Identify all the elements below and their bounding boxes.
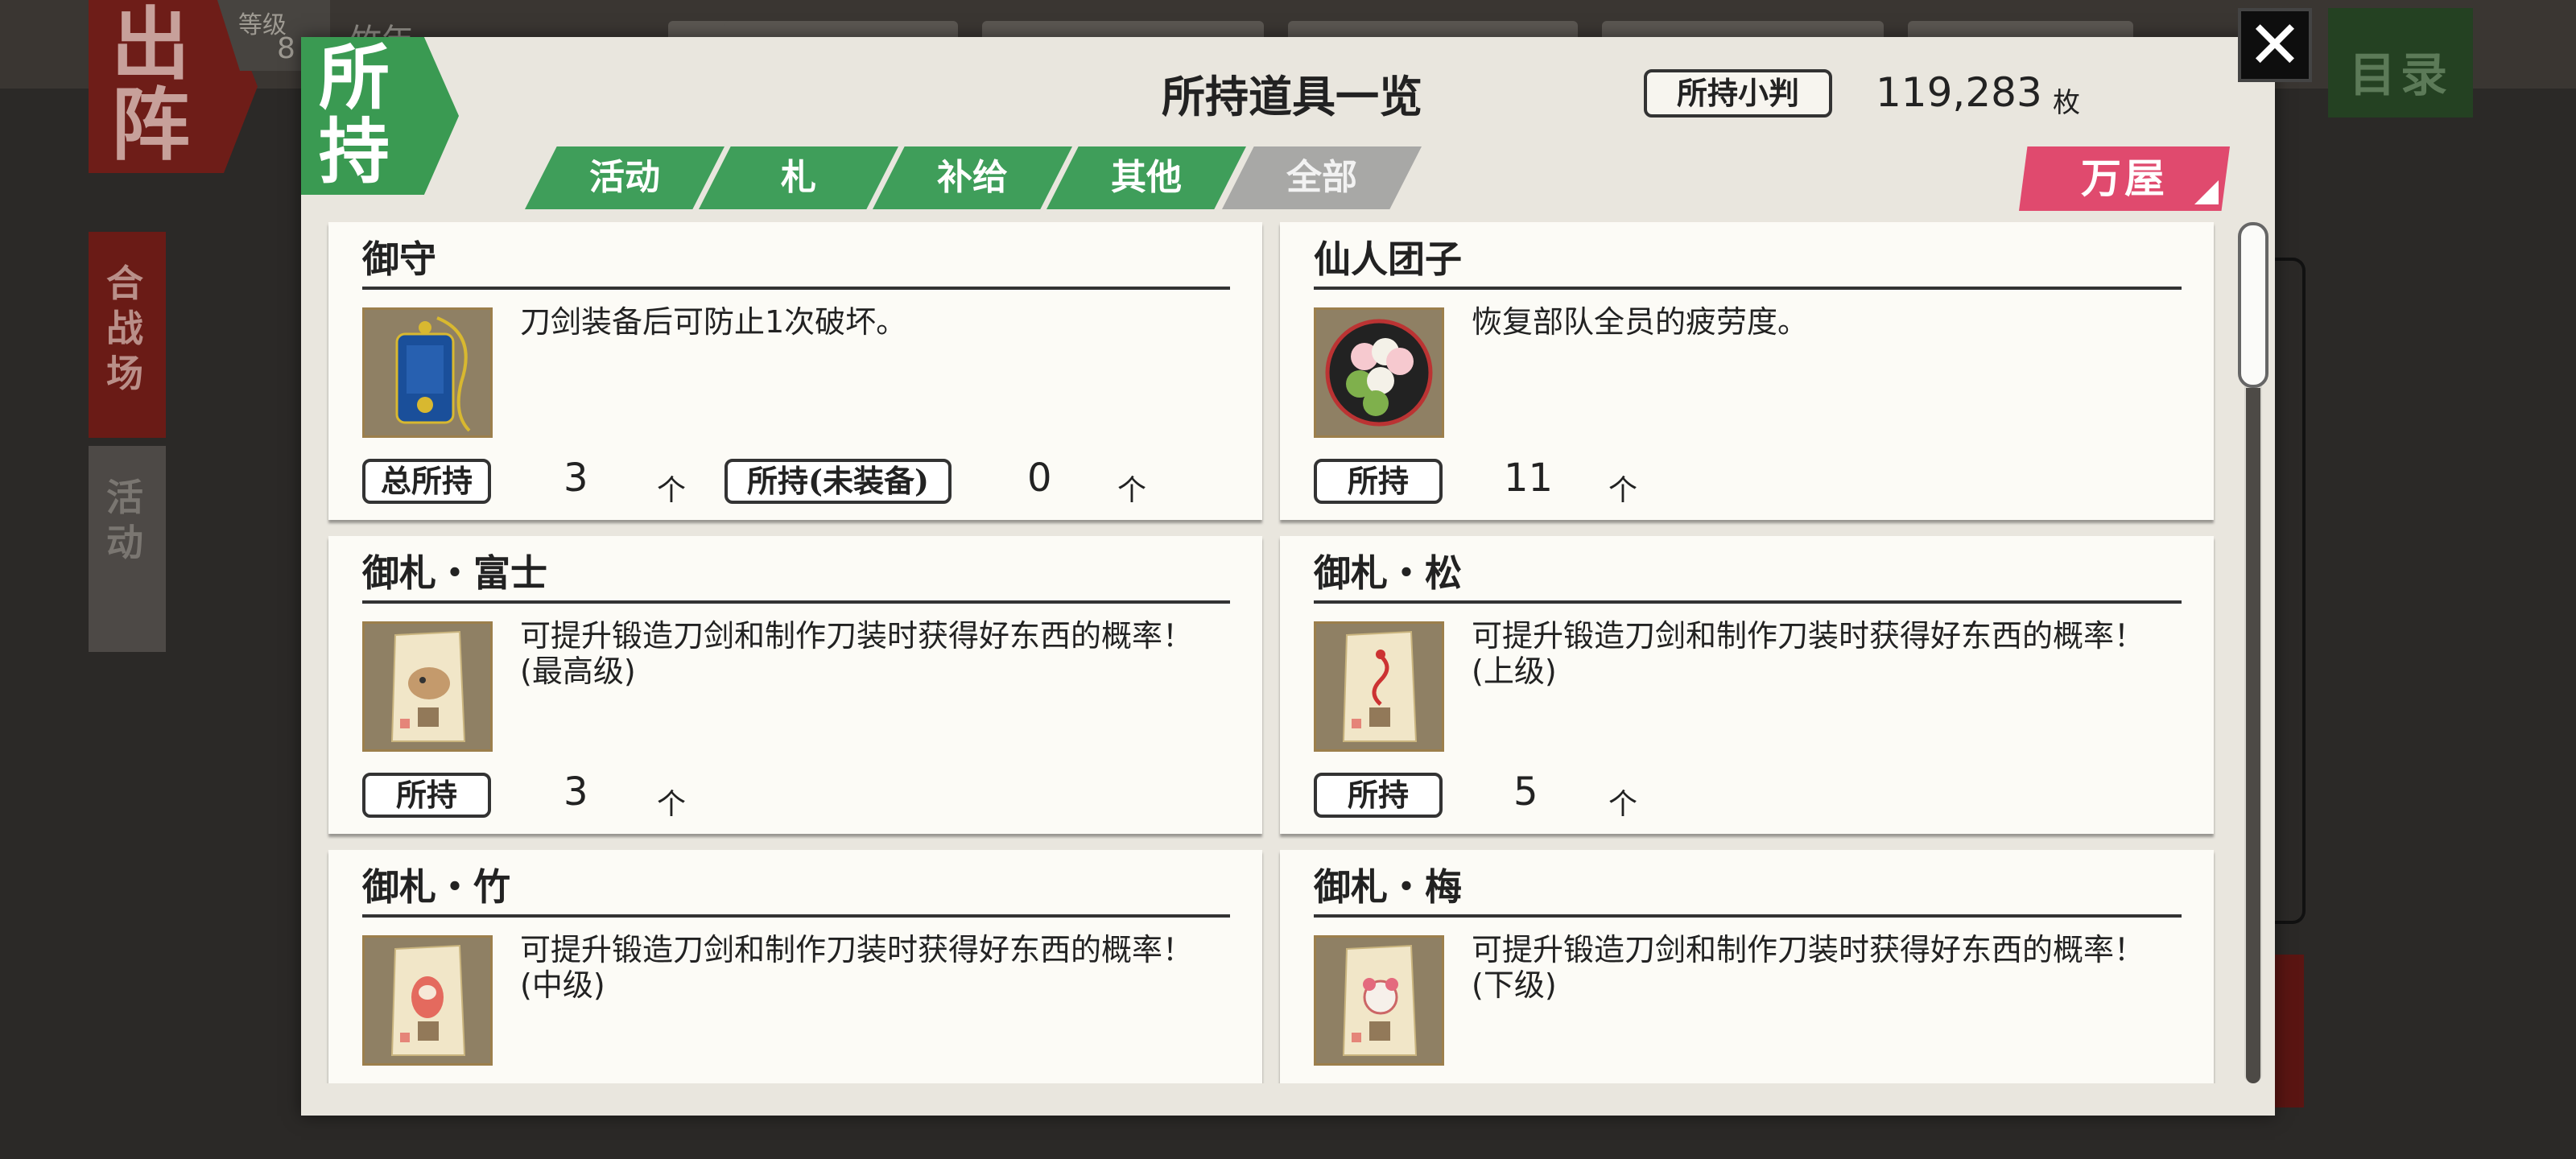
divider: [1314, 287, 2182, 290]
tab-supply[interactable]: 补给: [873, 146, 1072, 209]
item-description: 可提升锻造刀剑和制作刀装时获得好东西的概率！(下级): [1472, 932, 2145, 1003]
item-description: 恢复部队全员的疲劳度。: [1472, 304, 1809, 340]
count-unit: 个: [1608, 474, 1638, 507]
dango-icon: [1314, 307, 1444, 438]
owned-count: 11: [1504, 456, 1554, 501]
unequipped-count: 0: [1027, 456, 1052, 501]
item-card-fuda-ume[interactable]: 御札・梅 可提升锻造刀剑和制作刀装时获得好东西的概率！(下级): [1280, 850, 2214, 1083]
menu-label: 目录: [2349, 47, 2453, 102]
divider: [362, 914, 1230, 918]
tab-fuda[interactable]: 札: [699, 146, 898, 209]
item-description: 可提升锻造刀剑和制作刀装时获得好东西的概率！(上级): [1472, 618, 2145, 689]
item-name: 御札・竹: [362, 865, 510, 909]
owned-label: 所持: [1314, 459, 1443, 504]
total-owned-count: 3: [564, 456, 588, 501]
divider: [362, 600, 1230, 604]
item-list[interactable]: 御守 刀剑装备后可防止1次破坏。 总所持 3 个 所持(未装备) 0 个 仙人团…: [320, 219, 2220, 1083]
koban-label: 所持小判: [1644, 69, 1832, 118]
koban-value: 119,283: [1876, 69, 2042, 116]
koban-unit: 枚: [2053, 87, 2080, 119]
owned-label: 所持: [1314, 773, 1443, 818]
close-icon: ✕: [2247, 7, 2303, 84]
count-unit: 个: [657, 788, 687, 821]
side-tab-battlefield[interactable]: 合战场: [89, 232, 166, 438]
fuda-matsu-icon: [1314, 621, 1444, 752]
count-unit: 个: [657, 474, 687, 507]
item-description: 可提升锻造刀剑和制作刀装时获得好东西的概率！(最高级): [520, 618, 1194, 689]
background-frame: [2270, 258, 2306, 924]
tab-event[interactable]: 活动: [525, 146, 724, 209]
side-tab-label: 合战场: [106, 262, 143, 395]
scrollbar-rail: [2246, 388, 2260, 1083]
level-value: 8: [277, 32, 295, 65]
sortie-label: 出阵: [111, 0, 191, 171]
side-tab-event[interactable]: 活动: [89, 446, 166, 652]
fuda-take-icon: [362, 935, 493, 1066]
tab-other[interactable]: 其他: [1046, 146, 1246, 209]
item-card-fuda-take[interactable]: 御札・竹 可提升锻造刀剑和制作刀装时获得好东西的概率！(中级): [328, 850, 1262, 1083]
item-card-omamori[interactable]: 御守 刀剑装备后可防止1次破坏。 总所持 3 个 所持(未装备) 0 个: [328, 222, 1262, 520]
count-unit: 个: [1608, 788, 1638, 821]
unequipped-label: 所持(未装备): [724, 459, 952, 504]
item-description: 刀剑装备后可防止1次破坏。: [520, 304, 907, 340]
omamori-icon: [362, 307, 493, 438]
owned-count: 5: [1513, 769, 1538, 815]
count-unit: 个: [1117, 474, 1147, 507]
divider: [362, 287, 1230, 290]
close-button[interactable]: ✕: [2238, 8, 2312, 82]
item-name: 御札・富士: [362, 551, 547, 595]
tab-all[interactable]: 全部: [1222, 146, 1422, 209]
menu-button[interactable]: 目录: [2328, 8, 2473, 118]
item-description: 可提升锻造刀剑和制作刀装时获得好东西的概率！(中级): [520, 932, 1194, 1003]
divider: [1314, 914, 2182, 918]
fuda-fuji-icon: [362, 621, 493, 752]
scrollbar-thumb[interactable]: [2238, 222, 2268, 388]
item-card-dango[interactable]: 仙人团子 恢复部队全员的疲劳度。 所持 11 个: [1280, 222, 2214, 520]
item-card-fuda-matsu[interactable]: 御札・松 可提升锻造刀剑和制作刀装时获得好东西的概率！(上级) 所持 5 个: [1280, 536, 2214, 834]
total-owned-label: 总所持: [362, 459, 491, 504]
item-name: 御札・松: [1314, 551, 1462, 595]
item-name: 仙人团子: [1314, 237, 1462, 281]
owned-count: 3: [564, 769, 588, 815]
divider: [1314, 600, 2182, 604]
item-card-fuda-fuji[interactable]: 御札・富士 可提升锻造刀剑和制作刀装时获得好东西的概率！(最高级) 所持 3 个: [328, 536, 1262, 834]
side-tab-label: 活动: [106, 476, 143, 564]
dialog-title: 所持道具一览: [1162, 71, 1422, 122]
owned-label: 所持: [362, 773, 491, 818]
item-name: 御札・梅: [1314, 865, 1462, 909]
fuda-ume-icon: [1314, 935, 1444, 1066]
item-name: 御守: [362, 237, 436, 281]
corner-tag-label: 所持: [319, 35, 390, 193]
